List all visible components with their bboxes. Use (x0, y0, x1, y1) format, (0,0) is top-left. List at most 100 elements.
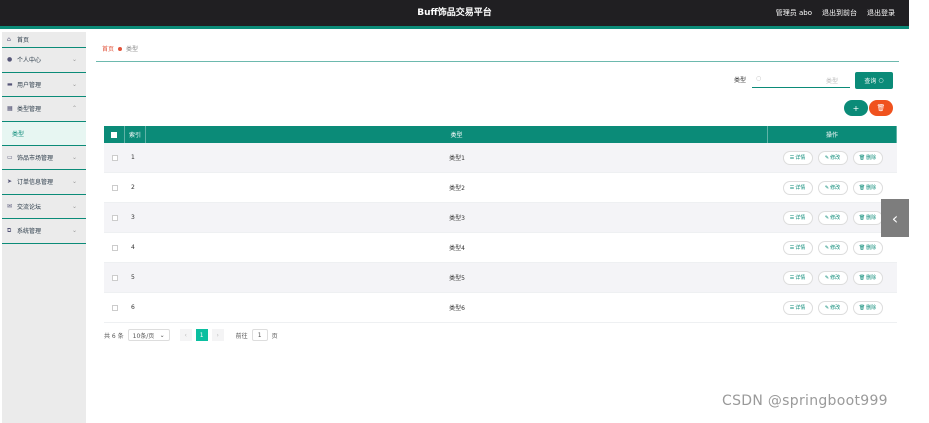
breadcrumb: 首页 类型 (102, 44, 138, 53)
row-checkbox[interactable] (111, 274, 118, 281)
row-checkbox[interactable] (111, 154, 118, 161)
breadcrumb-current: 类型 (126, 46, 139, 53)
row-checkbox[interactable] (111, 304, 118, 311)
cell-index: 5 (131, 274, 135, 281)
search-button[interactable]: 查询 ○ (855, 72, 893, 89)
batch-delete-button[interactable]: 🗑 (869, 100, 893, 116)
cell-index: 4 (131, 244, 135, 251)
trash-icon: 🗑 (858, 244, 866, 251)
sidebar-item-personal[interactable]: ● 个人中心 ⌄ (2, 48, 86, 73)
edit-icon: ✎ (824, 214, 830, 221)
table-row: 3 类型3 ☰ 详情 ✎ 修改 🗑 删除 (104, 203, 897, 233)
edit-button[interactable]: ✎ 修改 (817, 300, 848, 315)
edit-button[interactable]: ✎ 修改 (817, 180, 848, 195)
search-placeholder: 类型 (825, 78, 838, 85)
sidebar-subitem-type[interactable]: 类型 (2, 121, 86, 146)
cell-index: 6 (131, 304, 135, 311)
page-number[interactable]: 1 (195, 329, 208, 341)
next-page-button[interactable]: › (211, 329, 224, 341)
top-header: Buff饰品交易平台 管理员 abo 退出到前台 退出登录 (0, 0, 909, 29)
trash-icon: 🗑 (858, 154, 866, 161)
header-type: 类型 (146, 126, 768, 143)
table-header: 索引 类型 操作 (104, 126, 897, 143)
trash-icon: 🗑 (858, 184, 866, 191)
add-button[interactable]: + (844, 100, 868, 116)
row-checkbox[interactable] (111, 184, 118, 191)
cell-index: 2 (131, 184, 135, 191)
sidebar: ⌂ 首页 ● 个人中心 ⌄ ▬ 用户管理 ⌄ ▦ 类型管理 ⌃ 类型 ▭ 饰品市… (2, 32, 86, 423)
cell-index: 1 (131, 154, 135, 161)
edit-button[interactable]: ✎ 修改 (817, 210, 848, 225)
type-table: 索引 类型 操作 1 类型1 ☰ 详情 ✎ 修改 🗑 删除 2 类型2 ☰ 详情 ✎ 修改 🗑 删除 3 类型3 ☰… (104, 126, 897, 323)
edit-icon: ✎ (824, 154, 830, 161)
sidebar-item-system[interactable]: ⧉ 系统管理 ⌄ (2, 219, 86, 244)
row-select-cell (104, 173, 125, 202)
header-ops: 操作 (768, 126, 897, 143)
breadcrumb-home[interactable]: 首页 (102, 44, 114, 53)
pagination: 共 6 条 10条/页 ⌄ ‹ 1 › 前往 1 页 (104, 329, 278, 341)
sidebar-item-orders[interactable]: ➤ 订单信息管理 ⌄ (2, 170, 86, 195)
home-icon: ⌂ (7, 36, 11, 43)
detail-button[interactable]: ☰ 详情 (782, 210, 813, 225)
delete-button[interactable]: 🗑 删除 (852, 240, 883, 255)
detail-button[interactable]: ☰ 详情 (782, 300, 813, 315)
edit-button[interactable]: ✎ 修改 (817, 240, 848, 255)
edit-icon: ✎ (824, 244, 830, 251)
delete-button[interactable]: 🗑 删除 (852, 180, 883, 195)
header-actions: 管理员 abo 退出到前台 退出登录 (776, 0, 895, 26)
search-input[interactable]: ○ 类型 (752, 72, 850, 88)
detail-icon: ☰ (789, 184, 795, 191)
chevron-up-icon: ⌃ (71, 105, 77, 112)
header-index: 索引 (125, 126, 146, 143)
detail-icon: ☰ (789, 304, 795, 311)
goto-page-input[interactable]: 1 (251, 329, 268, 341)
row-checkbox[interactable] (111, 244, 118, 251)
sidebar-item-type-mgmt[interactable]: ▦ 类型管理 ⌃ (2, 97, 86, 122)
trash-icon: 🗑 (858, 214, 866, 221)
chevron-left-icon[interactable]: ‹ (881, 199, 909, 237)
row-select-cell (104, 263, 125, 292)
select-all-checkbox[interactable] (111, 131, 117, 138)
sidebar-item-forum[interactable]: ✉ 交流论坛 ⌄ (2, 195, 86, 219)
system-icon: ⧉ (7, 226, 12, 234)
logout-link[interactable]: 退出登录 (867, 0, 895, 26)
page-size-select[interactable]: 10条/页 ⌄ (127, 329, 170, 341)
cell-ops: ☰ 详情 ✎ 修改 🗑 删除 (768, 233, 897, 262)
search-label: 类型 (734, 77, 747, 84)
delete-button[interactable]: 🗑 删除 (852, 150, 883, 165)
watermark: CSDN @springboot999 (722, 393, 888, 409)
sidebar-item-users[interactable]: ▬ 用户管理 ⌄ (2, 73, 86, 97)
back-to-front-link[interactable]: 退出到前台 (822, 0, 857, 26)
detail-icon: ☰ (789, 154, 795, 161)
row-select-cell (104, 143, 125, 172)
table-body: 1 类型1 ☰ 详情 ✎ 修改 🗑 删除 2 类型2 ☰ 详情 ✎ 修改 🗑 删除 3 类型3 ☰ 详情 ✎ 修改 🗑 删除 4… (104, 143, 897, 323)
row-select-cell (104, 203, 125, 232)
goto-label: 前往 (235, 332, 248, 340)
sidebar-item-home[interactable]: ⌂ 首页 (2, 32, 86, 48)
detail-button[interactable]: ☰ 详情 (782, 180, 813, 195)
detail-icon: ☰ (789, 274, 795, 281)
send-icon: ➤ (7, 178, 13, 186)
table-row: 6 类型6 ☰ 详情 ✎ 修改 🗑 删除 (104, 293, 897, 323)
detail-icon: ☰ (789, 214, 795, 221)
cell-type: 类型1 (449, 155, 465, 162)
sidebar-item-market[interactable]: ▭ 饰品市场管理 ⌄ (2, 146, 86, 170)
delete-button[interactable]: 🗑 删除 (852, 210, 883, 225)
edit-button[interactable]: ✎ 修改 (817, 150, 848, 165)
cell-ops: ☰ 详情 ✎ 修改 🗑 删除 (768, 203, 897, 232)
cell-type: 类型4 (449, 245, 465, 252)
detail-button[interactable]: ☰ 详情 (782, 150, 813, 165)
table-row: 5 类型5 ☰ 详情 ✎ 修改 🗑 删除 (104, 263, 897, 293)
delete-button[interactable]: 🗑 删除 (852, 270, 883, 285)
cell-index: 3 (131, 214, 135, 221)
row-checkbox[interactable] (111, 214, 118, 221)
chevron-down-icon: ⌄ (71, 227, 77, 234)
total-count: 共 6 条 (104, 332, 124, 340)
delete-button[interactable]: 🗑 删除 (852, 300, 883, 315)
prev-page-button[interactable]: ‹ (179, 329, 192, 341)
detail-button[interactable]: ☰ 详情 (782, 270, 813, 285)
edit-button[interactable]: ✎ 修改 (817, 270, 848, 285)
market-icon: ▭ (7, 153, 13, 161)
edit-icon: ✎ (824, 184, 830, 191)
detail-button[interactable]: ☰ 详情 (782, 240, 813, 255)
